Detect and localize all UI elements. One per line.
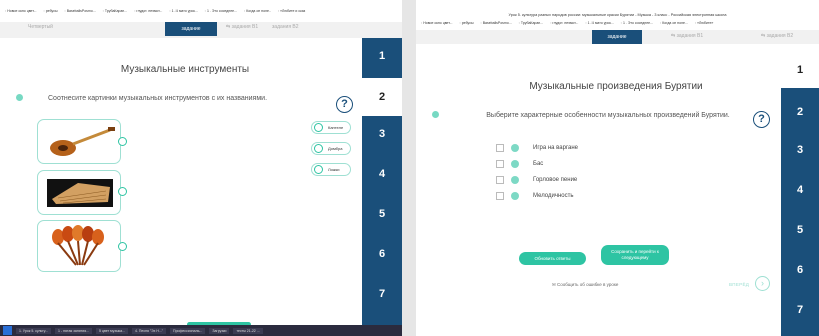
bookmark[interactable]: BaseballsPosmo... bbox=[480, 21, 512, 30]
bookmark[interactable]: ТрубаКаран... bbox=[103, 9, 127, 22]
taskbar-item[interactable]: Профессиональ... bbox=[170, 327, 206, 334]
bookmarks-bar: Новое окно цвет... ребусы BaseballsPosmo… bbox=[0, 0, 402, 22]
left-screenshot: Новое окно цвет... ребусы BaseballsPosmo… bbox=[0, 0, 402, 336]
reset-answers-button[interactable]: Обновить ответы bbox=[519, 252, 586, 265]
radio-icon bbox=[314, 144, 323, 153]
task-nav: 2 3 4 5 6 7 bbox=[781, 88, 819, 336]
help-icon[interactable]: ? bbox=[753, 111, 770, 128]
bookmark[interactable]: Новое окно цвет... bbox=[5, 9, 36, 22]
right-screenshot: Урок 5. культура разных народов россии: … bbox=[416, 0, 819, 336]
bookmark[interactable]: Новое окно цвет... bbox=[421, 21, 452, 30]
connector-handle[interactable] bbox=[118, 187, 127, 196]
option-dot-icon bbox=[511, 144, 519, 152]
option-dot-icon bbox=[511, 160, 519, 168]
bookmark[interactable]: «Любите» bbox=[695, 21, 713, 30]
bookmark[interactable]: ребусы bbox=[44, 9, 58, 22]
nav-task-2[interactable]: 2 bbox=[362, 78, 402, 116]
instrument-card-3[interactable] bbox=[37, 220, 121, 272]
domra-image bbox=[50, 127, 115, 156]
bookmark[interactable]: «Любите и сказ bbox=[278, 9, 305, 22]
option-label[interactable]: Игра на варгане bbox=[533, 145, 578, 151]
next-arrow-icon[interactable]: › bbox=[755, 276, 770, 291]
answer-option-3[interactable]: Ложки bbox=[311, 163, 351, 176]
save-and-next-button[interactable]: Сохранить и перейти к следующему bbox=[601, 245, 669, 265]
bookmark[interactable]: Когда он поле... bbox=[660, 21, 688, 30]
nav-task-1[interactable]: 1 bbox=[781, 64, 819, 86]
bookmark[interactable]: 1 -Ч мато урок... bbox=[169, 9, 198, 22]
option-dot-icon bbox=[511, 192, 519, 200]
report-error-link[interactable]: ✉ Сообщить об ошибке в уроке bbox=[552, 282, 618, 288]
nav-task-5[interactable]: 5 bbox=[781, 224, 819, 236]
nav-task-3[interactable]: 3 bbox=[362, 128, 402, 140]
radio-icon bbox=[314, 123, 323, 132]
instrument-card-2[interactable] bbox=[37, 170, 121, 215]
task-nav: 1 2 3 4 5 6 7 bbox=[362, 38, 402, 328]
nav-task-3[interactable]: 3 bbox=[781, 144, 819, 156]
bookmark[interactable]: 1 . Это соседнее... bbox=[205, 9, 237, 22]
option-checkbox-3[interactable] bbox=[496, 176, 504, 184]
option-checkbox-1[interactable] bbox=[496, 144, 504, 152]
tab-next2[interactable]: задания В2 bbox=[272, 24, 299, 30]
tab-next[interactable]: ⇆ задания В1 bbox=[226, 24, 258, 30]
taskbar-item[interactable]: тесты 21-22 ... bbox=[233, 327, 263, 334]
page-title: Музыкальные произведения Бурятии bbox=[529, 81, 703, 92]
bookmarks-bar: Новое окно цвет... ребусы BaseballsPosmo… bbox=[416, 18, 819, 30]
next-link[interactable]: ВПЕРЁД bbox=[729, 282, 749, 287]
question-dot-icon bbox=[432, 111, 439, 118]
tab-current[interactable]: задание bbox=[592, 30, 642, 44]
instrument-card-1[interactable] bbox=[37, 119, 121, 164]
nav-task-5[interactable]: 5 bbox=[362, 208, 402, 220]
bookmark[interactable]: ТрубаКаран... bbox=[519, 21, 543, 30]
tab-current[interactable]: задание bbox=[165, 22, 217, 36]
taskbar: 1. Урок 5. культу... 1 - пятая занятия..… bbox=[0, 325, 402, 336]
nav-task-2[interactable]: 2 bbox=[781, 106, 819, 118]
option-dot-icon bbox=[511, 176, 519, 184]
question-text: Соотнесите картинки музыкальных инструме… bbox=[48, 95, 268, 102]
windows-start-icon[interactable] bbox=[3, 326, 12, 335]
help-icon[interactable]: ? bbox=[336, 96, 353, 113]
nav-task-6[interactable]: 6 bbox=[781, 264, 819, 276]
tab-b2[interactable]: ⇆ задания В2 bbox=[761, 33, 793, 39]
bookmark[interactable]: глудот. пеэмот... bbox=[134, 9, 162, 22]
page-title: Музыкальные инструменты bbox=[120, 64, 250, 75]
spoons-image bbox=[52, 225, 104, 266]
bookmark[interactable]: ребусы bbox=[460, 21, 474, 30]
tab-prev[interactable]: Четвертый bbox=[28, 24, 53, 30]
taskbar-item[interactable]: 4. Песня "Эх Н..." bbox=[131, 327, 167, 334]
bookmark[interactable]: 1 . Это соседнее... bbox=[621, 21, 653, 30]
option-label[interactable]: Бас bbox=[533, 161, 543, 167]
bookmark[interactable]: Когда он поле.. bbox=[244, 9, 271, 22]
connector-handle[interactable] bbox=[118, 137, 127, 146]
connector-handle[interactable] bbox=[118, 242, 127, 251]
taskbar-item[interactable]: 5 цвет музыка... bbox=[96, 327, 128, 334]
bookmark[interactable]: глудот. пеэмот... bbox=[550, 21, 578, 30]
answer-option-1[interactable]: Кантеле bbox=[311, 121, 351, 134]
question-text: Выберите характерные особенности музыкал… bbox=[486, 112, 730, 119]
nav-task-7[interactable]: 7 bbox=[362, 288, 402, 300]
nav-task-4[interactable]: 4 bbox=[781, 184, 819, 196]
tab-b1[interactable]: ⇆ задания В1 bbox=[671, 33, 703, 39]
taskbar-item[interactable]: 1. Урок 5. культу... bbox=[16, 327, 52, 334]
kantele-image bbox=[47, 179, 113, 207]
question-dot-icon bbox=[16, 94, 23, 101]
bookmark[interactable]: BaseballsPosmo... bbox=[64, 9, 96, 22]
nav-task-6[interactable]: 6 bbox=[362, 248, 402, 260]
option-checkbox-2[interactable] bbox=[496, 160, 504, 168]
taskbar-item[interactable]: Загрузки bbox=[209, 327, 230, 334]
window-title: Урок 5. культура разных народов россии: … bbox=[508, 13, 727, 17]
option-label[interactable]: Горловое пение bbox=[533, 177, 577, 183]
taskbar-item[interactable]: 1 - пятая занятия... bbox=[55, 327, 93, 334]
bookmark[interactable]: 1 -Ч мато урок... bbox=[585, 21, 614, 30]
radio-icon bbox=[314, 165, 323, 174]
answer-option-2[interactable]: Домбра bbox=[311, 142, 351, 155]
option-label[interactable]: Мелодичность bbox=[533, 193, 573, 199]
nav-task-1[interactable]: 1 bbox=[362, 50, 402, 62]
option-checkbox-4[interactable] bbox=[496, 192, 504, 200]
nav-task-4[interactable]: 4 bbox=[362, 168, 402, 180]
nav-task-7[interactable]: 7 bbox=[781, 304, 819, 316]
